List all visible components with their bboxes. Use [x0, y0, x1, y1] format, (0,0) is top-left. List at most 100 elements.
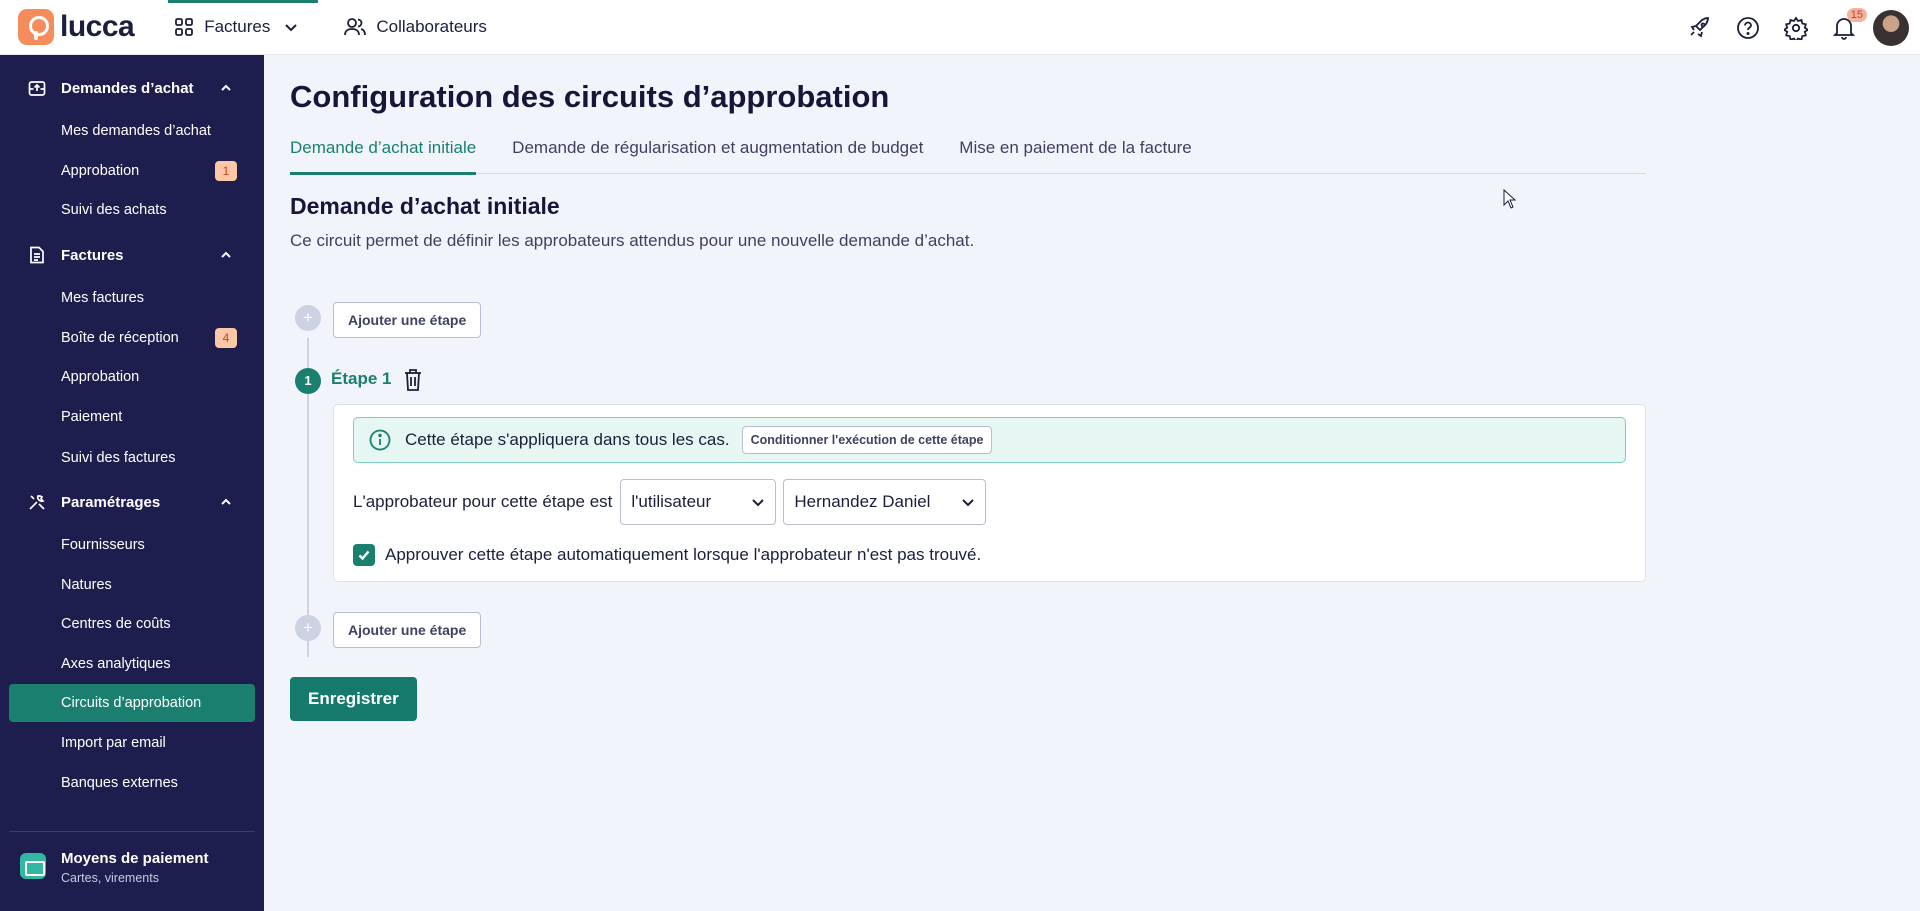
approver-type-select[interactable]: l'utilisateur	[620, 479, 777, 525]
payment-means-title: Moyens de paiement	[61, 850, 209, 867]
top-right-actions: 15	[1665, 0, 1920, 55]
sidebar-item-paiement[interactable]: Paiement	[9, 398, 255, 436]
condition-step-button[interactable]: Conditionner l'exécution de cette étape	[741, 426, 993, 454]
chevron-down-icon	[285, 24, 298, 32]
top-nav: Factures Collaborateurs	[162, 0, 521, 55]
sidebar-item-circuits-approbation[interactable]: Circuits d’approbation	[9, 684, 255, 722]
sidebar-section-title: Paramétrages	[61, 493, 161, 511]
lucca-logo[interactable]: lucca	[18, 0, 135, 55]
sidebar-item-label: Centres de coûts	[61, 616, 171, 632]
chevron-up-icon	[221, 251, 231, 258]
sidebar-item-label: Fournisseurs	[61, 537, 145, 553]
sidebar-section-demandes-achat[interactable]: Demandes d’achat	[0, 70, 264, 106]
sidebar-item-axes-analytiques[interactable]: Axes analytiques	[9, 645, 255, 683]
approver-label: L'approbateur pour cette étape est	[353, 492, 613, 511]
sidebar-item-suivi-factures[interactable]: Suivi des factures	[9, 439, 255, 477]
auto-approve-checkbox[interactable]	[353, 544, 375, 566]
sidebar-section-title: Demandes d’achat	[61, 79, 194, 97]
add-step-button-bottom[interactable]: Ajouter une étape	[333, 612, 482, 648]
sidebar-item-label: Approbation	[61, 163, 140, 179]
sidebar-item-mes-demandes[interactable]: Mes demandes d’achat	[9, 112, 255, 150]
sidebar-item-boite-reception[interactable]: Boîte de réception 4	[9, 319, 255, 357]
sidebar-item-label: Circuits d’approbation	[61, 695, 202, 711]
apps-grid-icon	[175, 18, 194, 36]
sidebar-item-centres-couts[interactable]: Centres de coûts	[9, 605, 255, 643]
gear-icon[interactable]	[1783, 15, 1809, 41]
page-title: Configuration des circuits d’approbation	[290, 79, 890, 114]
sidebar-item-import-email[interactable]: Import par email	[9, 724, 255, 762]
bell-icon[interactable]: 15	[1831, 7, 1867, 41]
chevron-down-icon	[752, 499, 765, 507]
sidebar: Demandes d’achat Mes demandes d’achat Ap…	[0, 55, 264, 911]
tab-mise-en-paiement[interactable]: Mise en paiement de la facture	[959, 132, 1191, 174]
count-badge: 4	[215, 328, 237, 348]
logo-text: lucca	[60, 10, 135, 43]
chevron-up-icon	[221, 84, 231, 91]
sidebar-payment-means[interactable]: Moyens de paiement Cartes, virements	[20, 850, 209, 885]
chevron-up-icon	[221, 498, 231, 505]
trash-icon[interactable]	[403, 368, 423, 397]
sidebar-item-suivi-achats[interactable]: Suivi des achats	[9, 191, 255, 229]
sidebar-item-approbation-achats[interactable]: Approbation 1	[9, 152, 255, 190]
payment-means-text: Moyens de paiement Cartes, virements	[61, 850, 209, 885]
user-avatar[interactable]	[1873, 9, 1909, 46]
top-bar: lucca Factures Collaborateurs 15	[0, 0, 1920, 55]
sidebar-item-approbation-factures[interactable]: Approbation	[9, 358, 255, 396]
step-label: Étape 1	[331, 369, 392, 388]
tabs: Demande d’achat initiale Demande de régu…	[290, 132, 1646, 175]
sidebar-item-natures[interactable]: Natures	[9, 566, 255, 604]
sidebar-item-label: Import par email	[61, 735, 166, 751]
add-step-button-top[interactable]: Ajouter une étape	[333, 302, 482, 338]
topnav-factures-label: Factures	[204, 17, 271, 36]
lucca-logo-mark	[18, 9, 54, 45]
add-step-plus-icon[interactable]: +	[295, 305, 321, 331]
sidebar-item-mes-factures[interactable]: Mes factures	[9, 279, 255, 317]
sidebar-item-label: Mes demandes d’achat	[61, 123, 211, 139]
tab-demande-achat-initiale[interactable]: Demande d’achat initiale	[290, 132, 477, 175]
count-badge: 1	[215, 161, 237, 181]
sidebar-item-label: Approbation	[61, 369, 140, 385]
sidebar-item-label: Boîte de réception	[61, 330, 179, 346]
sidebar-section-parametrages[interactable]: Paramétrages	[0, 484, 264, 520]
topnav-collaborateurs[interactable]: Collaborateurs	[332, 0, 499, 55]
tools-icon	[29, 495, 45, 510]
auto-approve-row: Approuver cette étape automatiquement lo…	[353, 544, 981, 566]
add-step-plus-icon[interactable]: +	[295, 615, 321, 641]
select-value: l'utilisateur	[631, 492, 712, 511]
help-icon[interactable]	[1735, 15, 1761, 41]
sidebar-section-title: Factures	[61, 246, 124, 264]
save-button[interactable]: Enregistrer	[290, 677, 417, 721]
checkmark-icon	[358, 550, 370, 561]
sidebar-item-banques-externes[interactable]: Banques externes	[9, 764, 255, 802]
approver-user-select[interactable]: Hernandez Daniel	[783, 479, 987, 525]
sidebar-item-label: Suivi des achats	[61, 202, 167, 218]
sidebar-item-fournisseurs[interactable]: Fournisseurs	[9, 526, 255, 564]
sidebar-item-label: Mes factures	[61, 290, 144, 306]
rocket-icon[interactable]	[1687, 15, 1713, 41]
sidebar-item-label: Banques externes	[61, 775, 178, 791]
credit-card-icon	[20, 853, 46, 879]
sidebar-item-label: Natures	[61, 577, 112, 593]
mouse-cursor-icon	[1503, 189, 1517, 209]
sidebar-divider	[9, 831, 255, 832]
info-banner: Cette étape s'appliquera dans tous les c…	[353, 417, 1626, 463]
topnav-collaborateurs-label: Collaborateurs	[376, 17, 487, 36]
tab-regularisation-budget[interactable]: Demande de régularisation et augmentatio…	[512, 132, 923, 174]
users-icon	[344, 18, 367, 36]
info-icon	[369, 429, 391, 451]
info-text: Cette étape s'appliquera dans tous les c…	[405, 430, 730, 449]
section-description: Ce circuit permet de définir les approba…	[290, 231, 975, 250]
timeline-line	[307, 338, 309, 368]
auto-approve-label: Approuver cette étape automatiquement lo…	[385, 545, 982, 564]
sidebar-item-label: Axes analytiques	[61, 656, 171, 672]
sidebar-item-label: Paiement	[61, 409, 123, 425]
step-number-badge: 1	[295, 368, 321, 394]
topnav-factures[interactable]: Factures	[162, 0, 319, 55]
document-icon	[30, 246, 44, 264]
approver-row: L'approbateur pour cette étape est l'uti…	[353, 479, 993, 525]
sidebar-item-label: Suivi des factures	[61, 450, 176, 466]
inbox-upload-icon	[28, 81, 46, 96]
step-card: Cette étape s'appliquera dans tous les c…	[333, 404, 1646, 582]
sidebar-section-factures[interactable]: Factures	[0, 237, 264, 273]
select-value: Hernandez Daniel	[794, 492, 931, 511]
